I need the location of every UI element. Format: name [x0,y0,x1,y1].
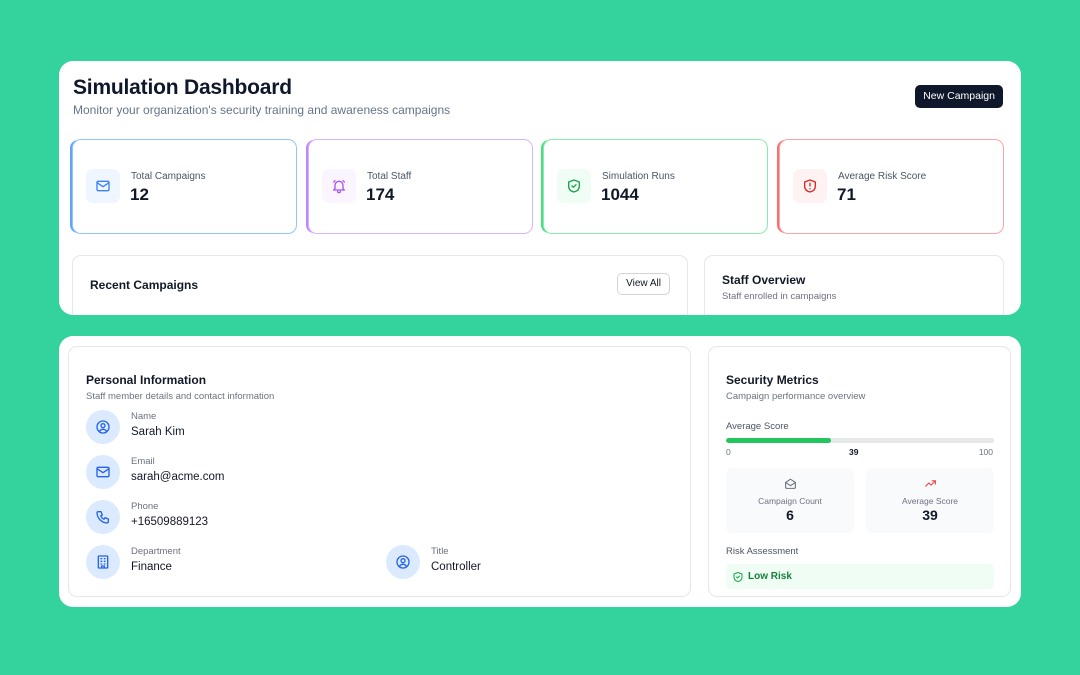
user-circle-icon [86,410,120,444]
stat-label: Simulation Runs [602,171,675,182]
mail-open-icon [726,477,854,490]
stat-card-total-staff: Total Staff 174 [308,139,533,234]
field-label: Department [131,546,181,557]
field-label: Phone [131,501,159,512]
average-score-card: Average Score 39 [866,468,994,533]
security-metrics-subtitle: Campaign performance overview [726,391,866,402]
shield-check-icon [557,169,591,203]
mail-icon [86,455,120,489]
average-score-progress [726,438,994,443]
building-icon [86,545,120,579]
field-value: Finance [131,561,172,573]
phone-icon [86,500,120,534]
stat-card-average-risk-score: Average Risk Score 71 [779,139,1004,234]
field-label: Name [131,411,157,422]
stat-value: 71 [837,185,856,204]
view-all-button[interactable]: View All [617,273,670,295]
field-value: Controller [431,561,481,573]
scale-current: 39 [849,447,859,457]
recent-campaigns-panel: Recent Campaigns View All [72,255,688,315]
staff-overview-subtitle: Staff enrolled in campaigns [722,291,837,302]
staff-detail-card: Personal Information Staff member detail… [59,336,1021,607]
average-score-card-value: 39 [922,507,938,523]
shield-check-icon [732,570,744,588]
recent-campaigns-title: Recent Campaigns [90,278,199,292]
personal-information-title: Personal Information [86,373,207,387]
staff-overview-title: Staff Overview [722,273,806,287]
campaign-count-value: 6 [786,507,794,523]
field-value: +16509889123 [131,516,209,528]
personal-information-panel: Personal Information Staff member detail… [68,346,691,597]
personal-information-subtitle: Staff member details and contact informa… [86,391,275,402]
stat-card-total-campaigns: Total Campaigns 12 [72,139,297,234]
shield-alert-icon [793,169,827,203]
average-score-progress-fill [726,438,831,443]
stat-value: 1044 [601,185,639,204]
bell-icon [322,169,356,203]
staff-overview-panel: Staff Overview Staff enrolled in campaig… [704,255,1004,315]
user-circle-icon [386,545,420,579]
mail-icon [86,169,120,203]
dashboard-overview-card: Simulation Dashboard Monitor your organi… [59,61,1021,315]
risk-assessment-badge: Low Risk [726,564,994,589]
campaign-count-card: Campaign Count 6 [726,468,854,533]
security-metrics-panel: Security Metrics Campaign performance ov… [708,346,1011,597]
field-value: sarah@acme.com [131,471,225,483]
new-campaign-button[interactable]: New Campaign [915,85,1003,108]
average-score-card-label: Average Score [901,496,959,506]
risk-assessment-label: Risk Assessment [726,546,799,557]
field-value: Sarah Kim [131,426,185,438]
stat-label: Average Risk Score [838,171,927,182]
stat-card-simulation-runs: Simulation Runs 1044 [543,139,768,234]
field-label: Title [431,546,449,557]
page-subtitle: Monitor your organization's security tra… [73,103,451,117]
campaign-count-label: Campaign Count [758,496,822,506]
scale-max: 100 [978,447,993,457]
stat-value: 174 [366,185,395,204]
trending-up-icon [866,477,994,490]
security-metrics-title: Security Metrics [726,373,819,387]
scale-min: 0 [726,447,731,457]
page-title: Simulation Dashboard [73,76,292,99]
stat-value: 12 [130,185,149,204]
risk-assessment-value: Low Risk [748,571,792,582]
average-score-label: Average Score [726,421,789,432]
stat-label: Total Campaigns [131,171,206,182]
stat-label: Total Staff [367,171,412,182]
field-label: Email [131,456,155,467]
